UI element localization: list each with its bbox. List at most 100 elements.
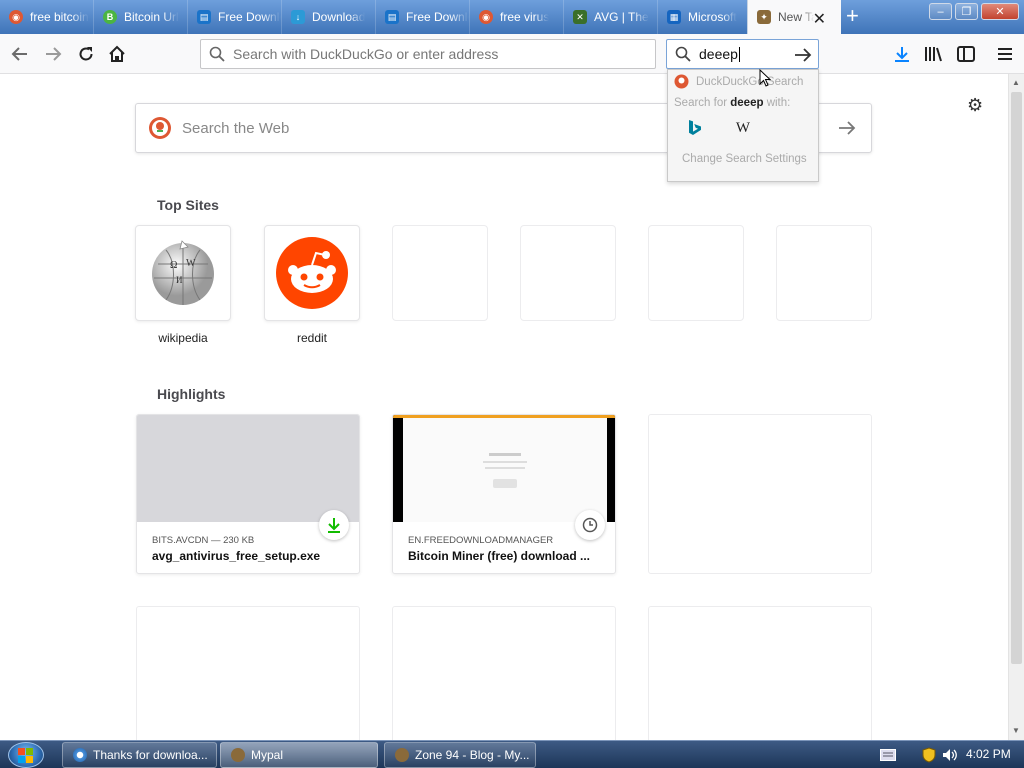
- windows-logo-icon: [18, 748, 33, 763]
- duckduckgo-icon: ◉: [479, 10, 493, 24]
- top-site-empty: [392, 225, 488, 321]
- nav-toolbar: deeep: [0, 34, 1024, 74]
- tab-free-download-2[interactable]: ▤ Free Download: [376, 0, 470, 34]
- wikipedia-w-icon: W: [735, 119, 751, 136]
- mouse-cursor-icon: [759, 69, 771, 87]
- search-bar-value[interactable]: deeep: [699, 46, 740, 63]
- forward-button[interactable]: [41, 42, 65, 66]
- duckduckgo-icon: [674, 74, 689, 89]
- tab-avg[interactable]: ✕ AVG | The: [564, 0, 658, 34]
- close-window-icon[interactable]: ✕: [981, 3, 1019, 20]
- highlight-card-empty: [648, 606, 872, 746]
- tab-label: Download: [312, 10, 366, 24]
- search-suggestions-popup: DuckDuckGo Search Search for deeep with:…: [667, 69, 819, 182]
- svg-text:Ω: Ω: [170, 260, 177, 271]
- tab-bitcoin-url[interactable]: B Bitcoin Url: [94, 0, 188, 34]
- history-badge: [575, 510, 605, 540]
- highlight-title: Bitcoin Miner (free) download ...: [408, 549, 591, 563]
- newtab-favicon-icon: ✦: [757, 10, 771, 24]
- bing-icon: [689, 120, 701, 135]
- microsoft-favicon-icon: ▦: [667, 10, 681, 24]
- change-search-settings[interactable]: Change Search Settings: [668, 139, 818, 165]
- highlight-source: BITS.AVCDN — 230 KB: [152, 535, 255, 546]
- avg-favicon-icon: ✕: [573, 10, 587, 24]
- scroll-up-arrow-icon[interactable]: ▲: [1012, 78, 1020, 87]
- menu-button[interactable]: [993, 42, 1017, 66]
- windows-taskbar: Thanks for downloa... Mypal Zone 94 - Bl…: [0, 740, 1024, 768]
- wikipedia-engine-button[interactable]: W: [730, 117, 756, 139]
- highlight-card-fdm[interactable]: EN.FREEDOWNLOADMANAGER Bitcoin Miner (fr…: [392, 414, 616, 574]
- downloads-button[interactable]: [890, 42, 914, 66]
- one-off-engines: W: [668, 109, 818, 139]
- vertical-scrollbar[interactable]: ▲ ▼: [1008, 74, 1024, 740]
- scroll-down-arrow-icon[interactable]: ▼: [1012, 726, 1020, 735]
- library-icon: [925, 47, 942, 62]
- bitcoin-favicon-icon: B: [103, 10, 117, 24]
- volume-icon[interactable]: [942, 748, 958, 762]
- tab-microsoft[interactable]: ▦ Microsoft: [658, 0, 752, 34]
- arrow-right-icon: [46, 47, 62, 61]
- tab-free-virus[interactable]: ◉ free virus: [470, 0, 564, 34]
- home-icon: [109, 45, 125, 62]
- sidebar-button[interactable]: [954, 42, 978, 66]
- duckduckgo-icon: ◉: [9, 10, 23, 24]
- taskbar-item-zone94[interactable]: Zone 94 - Blog - My...: [384, 742, 536, 768]
- new-tab-plus-icon[interactable]: +: [846, 3, 859, 29]
- tab-new-tab[interactable]: ✦ New Tab ✕: [747, 0, 841, 34]
- highlight-card-empty: [648, 414, 872, 574]
- url-bar[interactable]: [200, 39, 656, 69]
- taskbar-item-mypal[interactable]: Mypal: [220, 742, 378, 768]
- tab-label: New Tab: [778, 10, 814, 24]
- download-favicon-icon: ↓: [291, 10, 305, 24]
- tab-label: free bitcoin: [30, 10, 89, 24]
- bing-engine-button[interactable]: [682, 117, 708, 139]
- start-button[interactable]: [8, 742, 44, 768]
- minimize-window-icon[interactable]: ‒: [929, 3, 952, 20]
- tab-free-download-1[interactable]: ▤ Free Download: [188, 0, 282, 34]
- taskbar-item-thanks[interactable]: Thanks for downloa...: [62, 742, 217, 768]
- fdm-favicon-icon: ▤: [385, 10, 399, 24]
- search-icon: [209, 46, 225, 62]
- tab-label: Free Download: [406, 10, 469, 24]
- history-clock-icon: [582, 517, 598, 533]
- restore-window-icon[interactable]: ❐: [955, 3, 978, 20]
- mypal-app-icon: [231, 748, 245, 762]
- close-tab-icon[interactable]: ✕: [813, 9, 826, 29]
- arrow-right-icon[interactable]: [837, 118, 857, 138]
- top-site-empty: [520, 225, 616, 321]
- sidebar-icon: [957, 46, 975, 62]
- top-site-label[interactable]: reddit: [264, 331, 360, 345]
- top-sites-heading: Top Sites: [157, 197, 219, 213]
- top-site-wikipedia[interactable]: Ω W И: [135, 225, 231, 321]
- search-bar[interactable]: deeep: [666, 39, 819, 69]
- reddit-logo-icon: [276, 237, 348, 309]
- home-button[interactable]: [105, 42, 129, 66]
- top-site-reddit[interactable]: [264, 225, 360, 321]
- download-icon: [895, 47, 909, 62]
- mypal-app-icon: [395, 748, 409, 762]
- top-site-label[interactable]: wikipedia: [135, 331, 231, 345]
- scrollbar-thumb[interactable]: [1011, 92, 1022, 664]
- popup-engine-header[interactable]: DuckDuckGo Search: [668, 70, 818, 93]
- go-arrow-icon[interactable]: [794, 47, 812, 63]
- highlight-thumbnail: [137, 415, 359, 522]
- reload-button[interactable]: [74, 42, 98, 66]
- tab-free-bitcoin[interactable]: ◉ free bitcoin: [0, 0, 94, 34]
- tab-label: AVG | The: [594, 10, 649, 24]
- back-button[interactable]: [8, 42, 32, 66]
- fdm-favicon-icon: ▤: [197, 10, 211, 24]
- arrow-left-icon: [11, 47, 27, 61]
- keyboard-icon[interactable]: [880, 749, 896, 761]
- gear-icon[interactable]: ⚙: [967, 95, 983, 116]
- security-shield-icon[interactable]: [922, 747, 936, 763]
- library-button[interactable]: [922, 42, 946, 66]
- search-for-hint: Search for deeep with:: [674, 97, 791, 109]
- taskbar-clock[interactable]: 4:02 PM: [966, 747, 1011, 761]
- url-input[interactable]: [233, 46, 633, 62]
- tab-download[interactable]: ↓ Download: [282, 0, 376, 34]
- tab-label: Microsoft: [688, 10, 737, 24]
- highlight-card-avg[interactable]: BITS.AVCDN — 230 KB avg_antivirus_free_s…: [136, 414, 360, 574]
- engine-name: DuckDuckGo Search: [696, 75, 804, 88]
- download-icon: [328, 518, 340, 533]
- tab-label: Bitcoin Url: [124, 10, 179, 24]
